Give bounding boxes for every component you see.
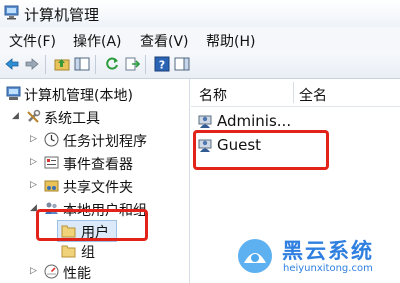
tree-item-task-scheduler[interactable]: ▷ 任务计划程序 [0,129,189,151]
computer-management-icon [4,5,19,20]
show-action-pane-icon[interactable] [174,56,190,72]
menu-file[interactable]: 文件(F) [9,31,56,51]
tree-label: 系统工具 [44,111,100,127]
up-folder-icon[interactable] [54,56,70,72]
tree-item-groups[interactable]: 组 [57,240,117,262]
column-divider[interactable] [293,82,294,103]
expand-arrow-icon[interactable]: ▷ [30,180,37,190]
tree-item-system-tools[interactable]: ◢ 系统工具 [0,106,189,128]
tree-item-shared-folders[interactable]: ▷ 共享文件夹 [0,175,189,197]
tree-item-event-viewer[interactable]: ▷ 事件查看器 [0,152,189,174]
list-item-administrator[interactable]: Adminis... [197,110,397,132]
tree-label: 任务计划程序 [63,134,147,150]
menu-action[interactable]: 操作(A) [73,31,122,51]
refresh-icon[interactable] [104,56,120,72]
column-header-fullname[interactable]: 全名 [299,85,327,105]
tree-label: 性能 [63,266,91,282]
collapse-arrow-icon[interactable]: ◢ [12,111,19,121]
folder-icon [61,245,76,258]
list-header: 名称 全名 [191,79,400,107]
console-tree: 计算机管理(本地) ◢ 系统工具 ▷ 任务计划程序 ▷ 事件查看器 ▷ 共享文件… [0,79,190,283]
highlight-guest [193,130,329,170]
heiyun-logo-icon [238,239,272,273]
menu-bar: 文件(F) 操作(A) 查看(V) 帮助(H) [0,27,400,52]
show-hide-console-tree-icon[interactable] [74,56,90,72]
watermark: 黑云系统 heiyunxitong.com [236,233,400,281]
tree-label: 事件查看器 [63,157,133,173]
user-account-icon [198,115,212,128]
clock-icon [44,132,59,147]
shared-folder-icon [44,180,59,192]
tree-label: 组 [81,245,95,261]
watermark-url: heiyunxitong.com [283,263,373,274]
help-icon[interactable]: ? [154,56,170,72]
back-arrow-icon[interactable] [4,56,20,72]
export-list-icon[interactable] [124,56,140,72]
menu-help[interactable]: 帮助(H) [206,31,255,51]
computer-management-icon [6,86,21,100]
watermark-title: 黑云系统 [282,239,374,263]
tools-icon [27,109,41,123]
expand-arrow-icon[interactable]: ▷ [30,157,37,167]
svg-text:?: ? [159,59,165,72]
tree-label: 计算机管理(本地) [24,88,133,104]
window-title: 计算机管理 [24,6,100,24]
list-item-label: Adminis... [217,112,292,130]
performance-icon [44,264,59,279]
expand-arrow-icon[interactable]: ▷ [30,266,37,276]
forward-arrow-icon[interactable] [24,56,40,72]
highlight-users [36,209,148,241]
toolbar-separator [95,55,96,74]
menu-view[interactable]: 查看(V) [140,31,189,51]
tree-label: 共享文件夹 [63,180,133,196]
tree-item-root[interactable]: 计算机管理(本地) [0,83,189,105]
tree-item-performance[interactable]: ▷ 性能 [0,261,189,283]
expand-arrow-icon[interactable]: ▷ [30,134,37,144]
toolbar-separator [45,55,46,74]
toolbar: ? [0,51,400,79]
event-viewer-icon [44,156,59,169]
title-bar: 计算机管理 [0,0,400,27]
toolbar-separator [145,55,146,74]
column-header-name[interactable]: 名称 [199,85,227,105]
